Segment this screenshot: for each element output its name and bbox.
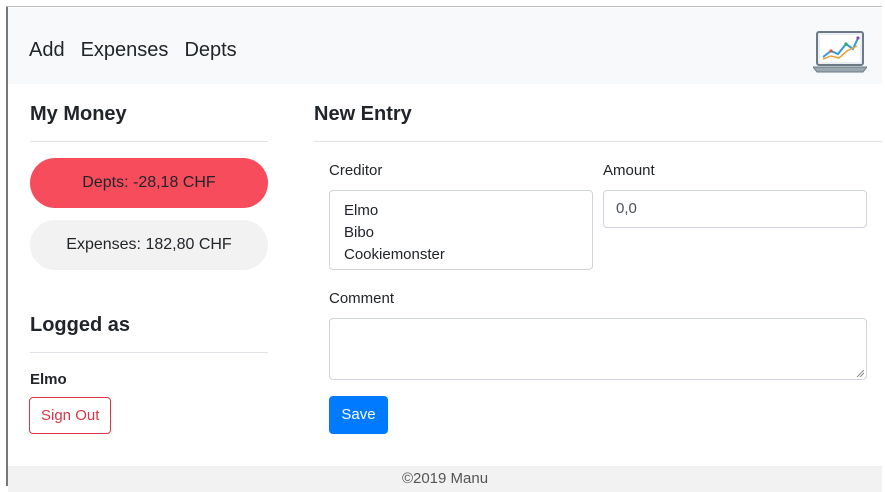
nav-link-add[interactable]: Add <box>29 39 65 62</box>
nav-links: Add Expenses Depts <box>29 39 253 62</box>
creditor-select[interactable]: Elmo Bibo Cookiemonster <box>329 190 593 270</box>
creditor-label: Creditor <box>329 162 383 179</box>
window-border-top <box>6 6 882 7</box>
top-navbar: Add Expenses Depts <box>8 8 882 84</box>
form-title: New Entry <box>314 103 412 125</box>
comment-label: Comment <box>329 290 395 307</box>
save-button[interactable]: Save <box>329 396 388 434</box>
amount-input[interactable]: 0,0 <box>603 190 867 228</box>
expenses-balance-badge[interactable]: Expenses: 182,80 CHF <box>30 220 268 270</box>
sidebar-title: My Money <box>30 103 127 125</box>
resize-grip-icon[interactable] <box>856 369 864 377</box>
laptop-chart-icon[interactable] <box>813 29 867 75</box>
creditor-option[interactable]: Cookiemonster <box>344 244 578 266</box>
sidebar-divider <box>30 141 268 142</box>
expenses-balance-text: Expenses: 182,80 CHF <box>66 236 232 253</box>
depts-balance-badge[interactable]: Depts: -28,18 CHF <box>30 158 268 208</box>
nav-link-depts[interactable]: Depts <box>184 39 236 62</box>
logged-user-name: Elmo <box>30 371 67 388</box>
amount-label: Amount <box>603 162 655 179</box>
logged-divider <box>30 352 268 353</box>
logged-as-title: Logged as <box>30 314 131 336</box>
comment-textarea[interactable] <box>329 318 867 380</box>
footer-copyright: ©2019 Manu <box>401 470 489 487</box>
depts-balance-text: Depts: -28,18 CHF <box>82 174 216 191</box>
form-divider <box>314 141 882 142</box>
sign-out-button[interactable]: Sign Out <box>29 397 112 434</box>
footer: ©2019 Manu <box>8 466 882 492</box>
creditor-option[interactable]: Elmo <box>344 200 578 222</box>
app-window: Add Expenses Depts My Money Depts: -28,1… <box>0 0 885 492</box>
creditor-option[interactable]: Bibo <box>344 222 578 244</box>
nav-link-expenses[interactable]: Expenses <box>81 39 169 62</box>
